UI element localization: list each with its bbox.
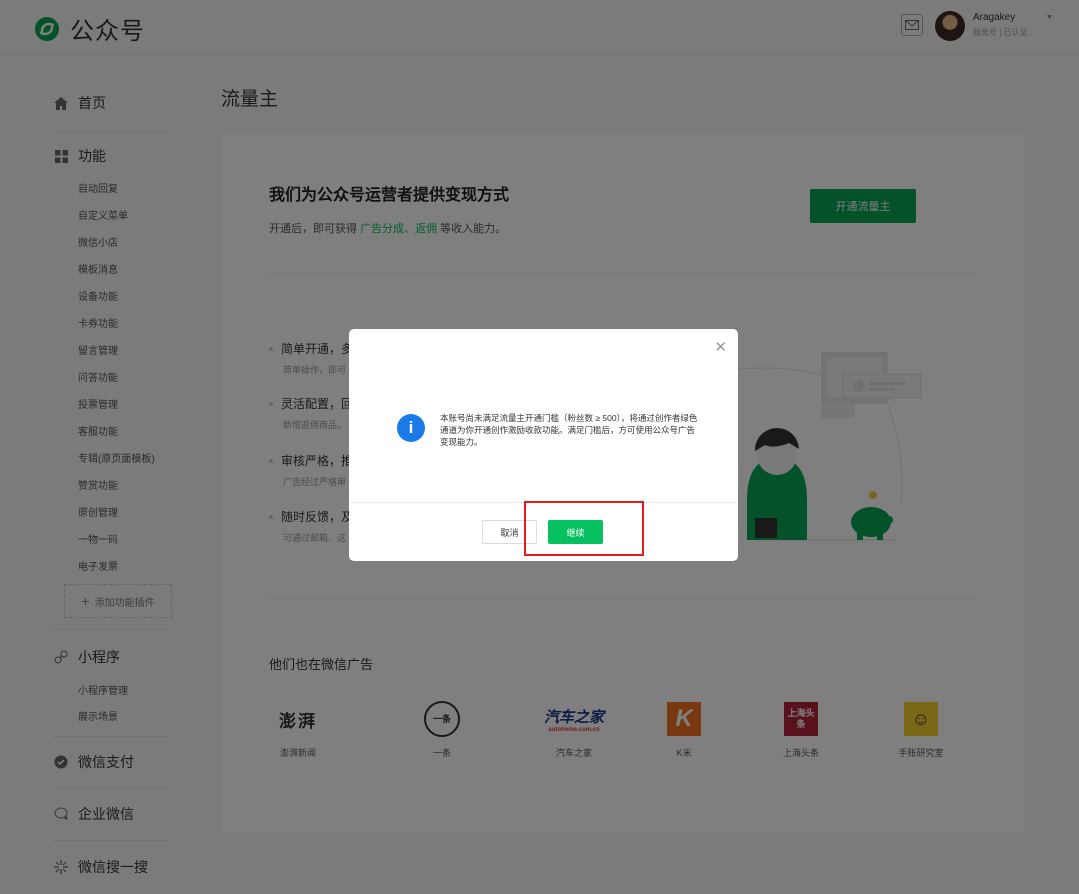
- close-icon[interactable]: ✕: [714, 338, 727, 356]
- dialog-message: 本账号尚未满足流量主开通门槛（粉丝数 ≥ 500），将通过创作者绿色通道为你开通…: [440, 413, 698, 447]
- info-icon: i: [397, 414, 425, 442]
- highlight-box: [524, 501, 644, 556]
